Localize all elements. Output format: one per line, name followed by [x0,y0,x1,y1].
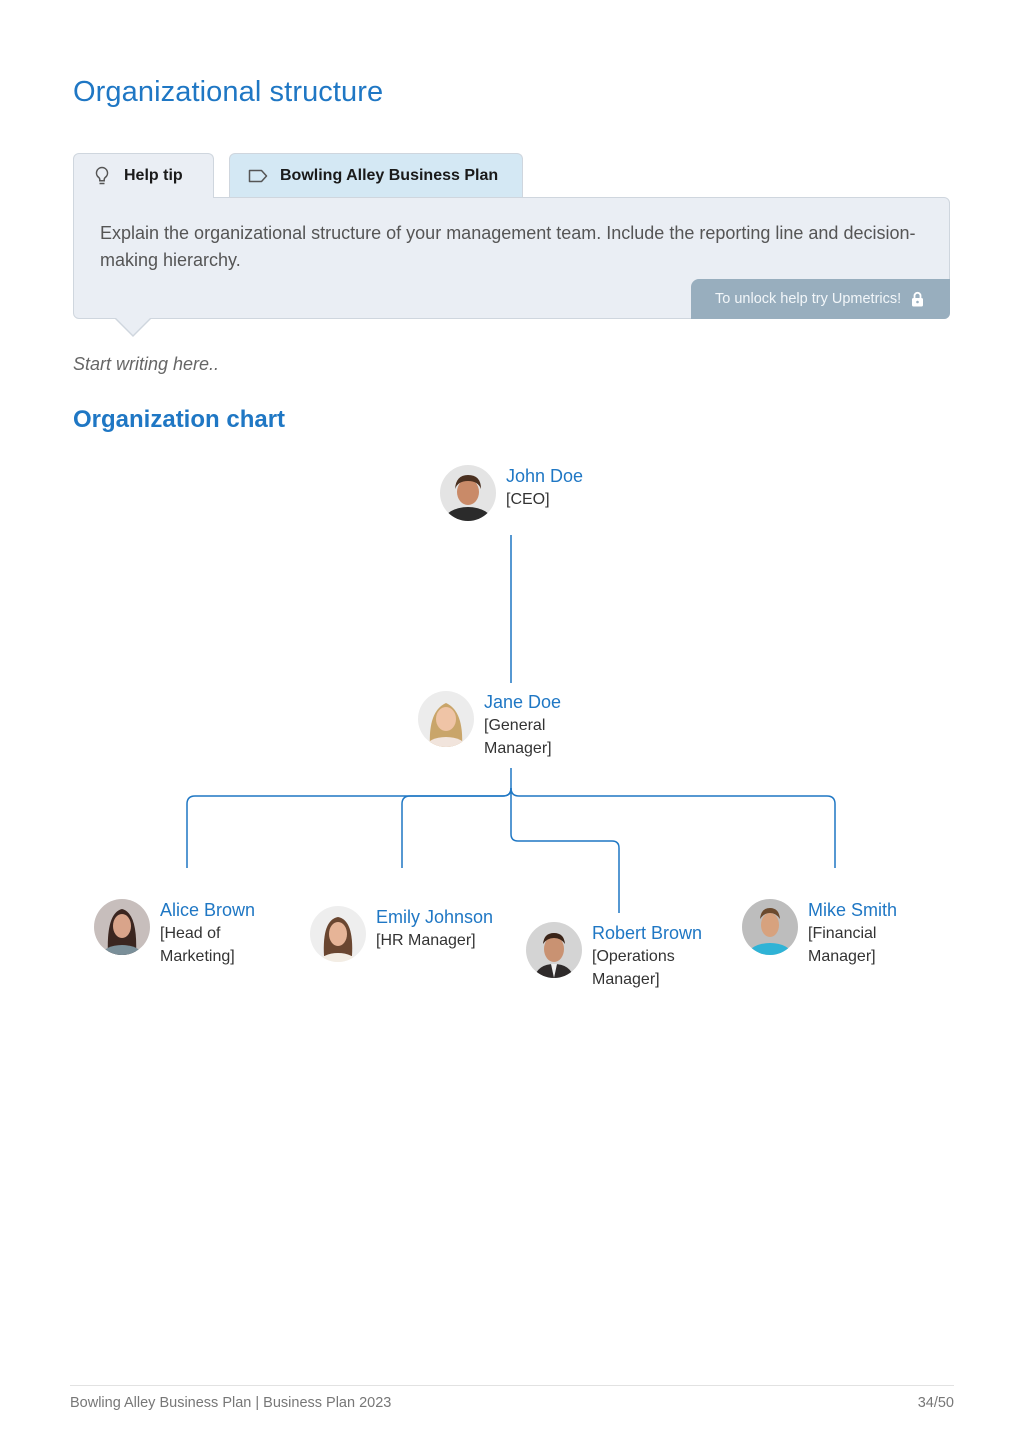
node-role: [General Manager] [484,717,552,757]
footer-page-number: 34/50 [917,1395,954,1411]
help-text: Explain the organizational structure of … [100,223,916,270]
tooltip-pointer [114,317,152,337]
node-role: [CEO] [506,491,550,508]
node-name: John Doe [506,466,584,486]
org-node-head-of-marketing[interactable]: Alice Brown [Head of Marketing] [94,899,270,968]
node-role: [Financial Manager] [808,925,877,965]
unlock-help-button[interactable]: To unlock help try Upmetrics! [691,279,950,319]
node-name: Alice Brown [160,900,256,920]
org-node-hr-manager[interactable]: Emily Johnson [HR Manager] [310,906,493,962]
connector-mike [510,787,836,868]
node-role: [Head of Marketing] [160,925,235,965]
lightbulb-icon [92,166,112,186]
avatar [742,899,798,955]
org-node-general-manager[interactable]: Jane Doe [General Manager] [418,691,594,760]
org-node-operations-manager[interactable]: Robert Brown [Operations Manager] [526,922,702,991]
writing-area-placeholder[interactable]: Start writing here.. [73,354,219,375]
footer-document-title: Bowling Alley Business Plan | Business P… [70,1395,392,1411]
node-name: Emily Johnson [376,907,494,927]
node-name: Mike Smith [808,900,898,920]
node-role: [Operations Manager] [592,948,675,988]
connector-alice [186,787,512,868]
lock-icon [911,291,924,307]
connector-robert [510,788,620,913]
connector-emily [401,787,512,868]
tab-help-tip[interactable]: Help tip [73,153,214,198]
help-tip-box: Explain the organizational structure of … [73,197,950,337]
node-name: Jane Doe [484,692,562,712]
avatar [418,691,474,747]
avatar [94,899,150,955]
node-name: Robert Brown [592,923,703,943]
node-role: [HR Manager] [376,932,476,949]
tab-business-plan-label: Bowling Alley Business Plan [280,167,499,184]
section-title: Organization chart [73,406,286,433]
avatar [310,906,366,962]
tab-help-tip-label: Help tip [124,167,183,184]
org-node-financial-manager[interactable]: Mike Smith [Financial Manager] [742,899,918,968]
unlock-label: To unlock help try Upmetrics! [715,291,902,307]
avatar [440,465,496,521]
avatar [526,922,582,978]
tag-icon [248,166,268,186]
tab-business-plan[interactable]: Bowling Alley Business Plan [229,153,523,198]
page-title: Organizational structure [73,76,384,108]
org-node-ceo[interactable]: John Doe [CEO] [440,465,616,521]
footer-divider [70,1385,954,1386]
